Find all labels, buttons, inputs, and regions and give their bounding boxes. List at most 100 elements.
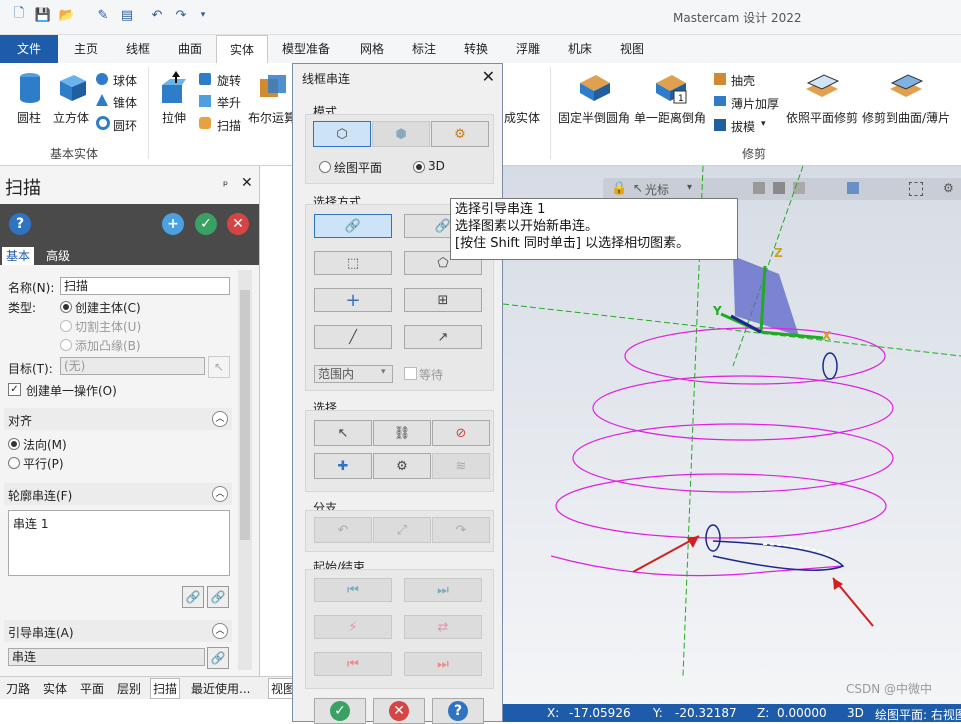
trim-plane-icon[interactable]	[804, 73, 840, 103]
redo-icon[interactable]: ↷	[172, 6, 190, 24]
align-section-header[interactable]: 对齐 ︿	[4, 408, 232, 430]
settings-gear-icon[interactable]: ⚙	[431, 121, 489, 147]
undo-icon[interactable]: ↶	[148, 6, 166, 24]
tab-transform[interactable]: 转换	[456, 35, 496, 63]
chevron-down-icon[interactable]: ▾	[381, 367, 386, 377]
tab-view[interactable]: 视图	[612, 35, 652, 63]
dynamic-icon[interactable]: ⚡	[314, 615, 392, 639]
tab-solids[interactable]: 实体	[216, 35, 268, 64]
branch-forward-icon[interactable]: ↷	[432, 517, 490, 543]
panel-scrollbar[interactable]	[238, 270, 252, 670]
type-cut-radio[interactable]	[60, 320, 72, 332]
guide-chain-icon[interactable]: 🔗	[207, 647, 229, 669]
pin-icon[interactable]: ᵖ	[223, 178, 228, 192]
tab-mesh[interactable]: 网格	[352, 35, 392, 63]
ok-icon[interactable]: ✓	[195, 213, 217, 235]
name-field[interactable]: 扫描	[60, 277, 230, 295]
add-chain-icon[interactable]: 🔗	[182, 586, 204, 608]
vector-icon[interactable]: ↗	[404, 325, 482, 349]
new-file-icon[interactable]: 🗋	[10, 6, 28, 24]
mode-plane-radio[interactable]	[319, 161, 331, 173]
reverse-icon[interactable]: ⇄	[404, 615, 482, 639]
trim-plane-button[interactable]: 依照平面修剪	[786, 109, 858, 126]
end-red-icon[interactable]: ⏭	[404, 652, 482, 676]
branch-back-icon[interactable]: ↶	[314, 517, 372, 543]
help-button[interactable]: ?	[432, 698, 484, 724]
shell-button[interactable]: 抽壳	[731, 72, 755, 89]
branch-axis-icon[interactable]: ⤢	[373, 517, 431, 543]
single-point-icon[interactable]: +	[314, 288, 392, 312]
collapse-icon[interactable]: ︿	[212, 623, 228, 639]
status-mode[interactable]: 3D	[847, 706, 864, 720]
cylinder-button[interactable]: 圆柱	[17, 109, 41, 126]
add-select-icon[interactable]: ✚	[314, 453, 372, 479]
tab-surfaces[interactable]: 曲面	[170, 35, 210, 63]
cube-icon[interactable]	[56, 73, 88, 103]
tab-solids-manager[interactable]: 实体	[43, 680, 67, 697]
start-red-icon[interactable]: ⏮	[314, 652, 392, 676]
cylinder-icon[interactable]	[18, 71, 42, 105]
fixed-fillet-button[interactable]: 固定半倒圆角	[558, 109, 630, 126]
single-chamfer-button[interactable]: 单一距离倒角	[634, 109, 706, 126]
extrude-icon[interactable]	[158, 71, 188, 105]
single-chamfer-icon[interactable]: 1	[654, 73, 688, 105]
customize-qat-icon[interactable]: ▾	[194, 6, 212, 24]
loft-button[interactable]: 举升	[217, 94, 241, 111]
tab-recent[interactable]: 最近使用...	[191, 680, 250, 697]
cone-button[interactable]: 锥体	[113, 94, 137, 111]
tab-advanced[interactable]: 高级	[42, 247, 74, 265]
scrollbar-thumb[interactable]	[240, 290, 250, 540]
fixed-fillet-icon[interactable]	[578, 73, 612, 103]
single-op-checkbox[interactable]: ✓	[8, 383, 21, 396]
tab-sweep[interactable]: 扫描	[150, 678, 181, 699]
thicken-button[interactable]: 薄片加厚	[731, 95, 779, 112]
select-last-icon[interactable]: ↖	[314, 420, 372, 446]
single-entity-icon[interactable]: ╱	[314, 325, 392, 349]
tab-planes[interactable]: 平面	[80, 680, 104, 697]
collapse-icon[interactable]: ︿	[212, 411, 228, 427]
select-options-icon[interactable]: ⚙	[373, 453, 431, 479]
tab-levels[interactable]: 层别	[117, 680, 141, 697]
guide-chain-field[interactable]: 串连	[8, 648, 205, 666]
draft-dropdown-icon[interactable]: ▾	[761, 119, 766, 129]
wait-checkbox[interactable]	[404, 367, 417, 380]
collapse-icon[interactable]: ︿	[212, 486, 228, 502]
tab-wireframe[interactable]: 线框	[118, 35, 158, 63]
solid-mode-icon[interactable]: ⬢	[372, 121, 430, 147]
generate-solid-button[interactable]: 成实体	[504, 109, 540, 126]
tab-machine[interactable]: 机床	[560, 35, 600, 63]
chain-select-icon[interactable]: 🔗	[314, 214, 392, 238]
close-icon[interactable]: ✕	[482, 67, 495, 86]
sphere-button[interactable]: 球体	[113, 72, 137, 89]
tab-file[interactable]: 文件	[0, 35, 58, 63]
open-folder-icon[interactable]: 📂	[58, 6, 76, 24]
trim-surface-button[interactable]: 修剪到曲面/薄片	[862, 109, 950, 126]
type-boss-radio[interactable]	[60, 339, 72, 351]
torus-button[interactable]: 圆环	[113, 117, 137, 134]
wave-select-icon[interactable]: ≋	[432, 453, 490, 479]
boolean-icon[interactable]	[258, 73, 288, 103]
save-icon[interactable]: 💾	[34, 6, 52, 24]
type-create-radio[interactable]	[60, 301, 72, 313]
close-panel-icon[interactable]: ✕	[241, 175, 253, 191]
tab-toolpaths[interactable]: 刀路	[6, 680, 30, 697]
cancel-button[interactable]: ✕	[373, 698, 425, 724]
trim-surface-icon[interactable]	[888, 73, 924, 103]
unselect-icon[interactable]: ⊘	[432, 420, 490, 446]
sweep-button[interactable]: 扫描	[217, 117, 241, 134]
extrude-button[interactable]: 拉伸	[162, 109, 186, 126]
status-plane[interactable]: 绘图平面: 右视图	[875, 706, 961, 723]
area-point-icon[interactable]: ⊞	[404, 288, 482, 312]
ok-apply-icon[interactable]: +	[162, 213, 184, 235]
tab-model-prep[interactable]: 模型准备	[276, 35, 336, 63]
properties-icon[interactable]: ▤	[118, 6, 136, 24]
save-as-icon[interactable]: ✎	[94, 6, 112, 24]
draft-button[interactable]: 拔模	[731, 118, 755, 135]
wireframe-mode-icon[interactable]: ⬡	[313, 121, 371, 147]
align-normal-radio[interactable]	[8, 438, 20, 450]
list-item[interactable]: 串连 1	[13, 515, 48, 532]
boolean-button[interactable]: 布尔运算	[248, 109, 296, 126]
profile-chain-list[interactable]: 串连 1	[8, 510, 230, 576]
target-select-button[interactable]: ↖	[208, 356, 230, 378]
help-icon[interactable]: ?	[9, 213, 31, 235]
